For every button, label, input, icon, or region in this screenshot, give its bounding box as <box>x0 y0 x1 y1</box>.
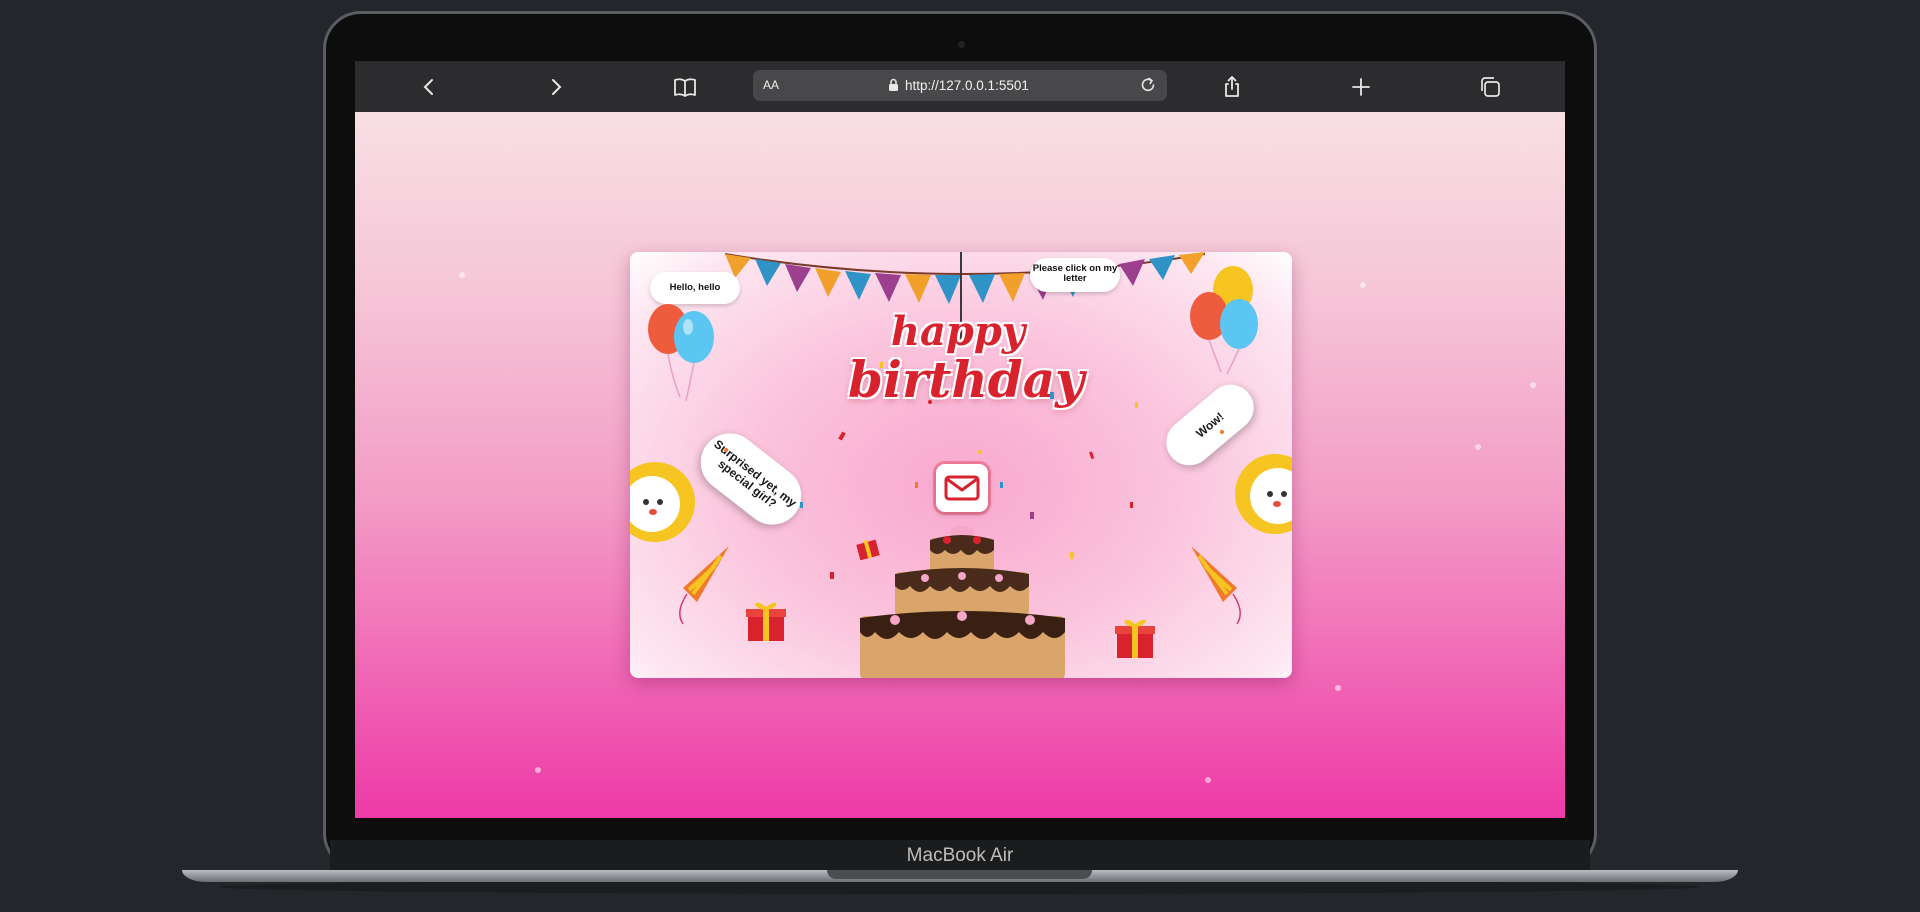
sparkle <box>1205 777 1211 783</box>
new-tab-icon[interactable] <box>1349 75 1373 99</box>
sparkle <box>1360 282 1366 288</box>
sparkle <box>1335 685 1341 691</box>
sparkle <box>535 767 541 773</box>
url-text: http://127.0.0.1:5501 <box>905 78 1029 93</box>
lock-icon <box>889 78 898 91</box>
back-icon[interactable] <box>417 75 441 99</box>
confetti <box>724 362 1224 579</box>
laptop-label: MacBook Air <box>330 840 1590 872</box>
sparkle <box>459 272 465 278</box>
text-size-button[interactable]: AA <box>763 78 779 92</box>
address-bar[interactable]: AA http://127.0.0.1:5501 <box>753 70 1167 101</box>
laptop-notch <box>827 870 1092 879</box>
share-icon[interactable] <box>1220 75 1244 99</box>
bookmarks-icon[interactable] <box>673 75 697 99</box>
forward-icon[interactable] <box>544 75 568 99</box>
sparkle <box>1530 382 1536 388</box>
tabs-icon[interactable] <box>1478 75 1502 99</box>
laptop-shadow <box>220 880 1700 894</box>
browser-toolbar: AA http://127.0.0.1:5501 <box>355 61 1565 112</box>
camera <box>958 41 965 48</box>
sparkle <box>1475 444 1481 450</box>
birthday-card: Hello, hello Please click on my letter h… <box>630 252 1292 678</box>
reload-icon[interactable] <box>1139 76 1157 94</box>
